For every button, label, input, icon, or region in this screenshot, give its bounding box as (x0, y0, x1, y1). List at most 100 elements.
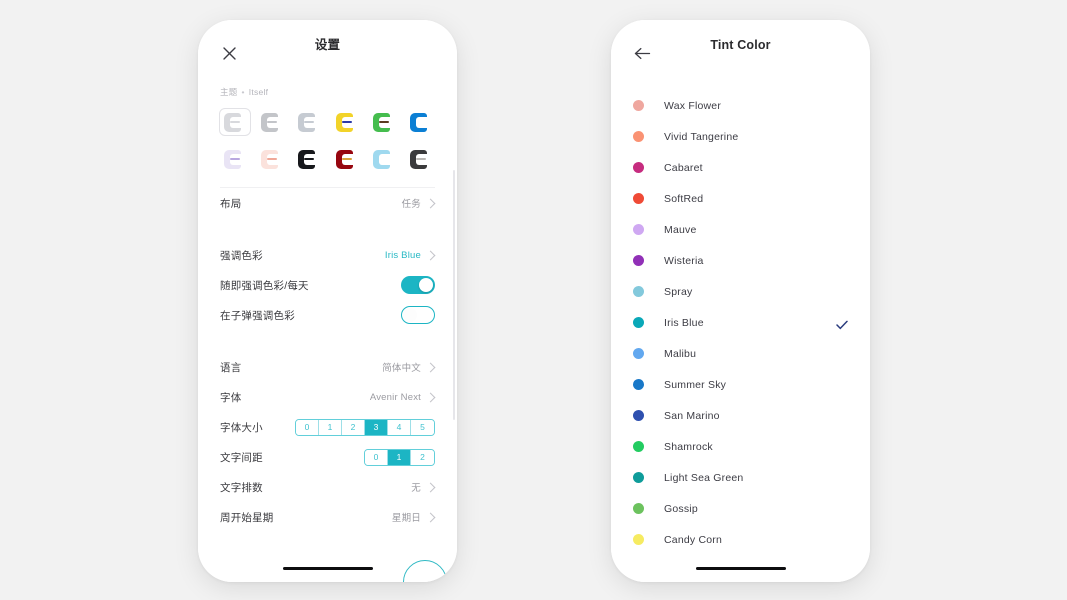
color-dot-icon (633, 100, 644, 111)
tint-row-summer-sky[interactable]: Summer Sky (611, 369, 870, 400)
toggle-knob (419, 278, 433, 292)
settings-row-random-accent[interactable]: 随即强调色彩/每天 (198, 270, 457, 300)
tint-row-candy-corn[interactable]: Candy Corn (611, 524, 870, 555)
color-dot-icon (633, 193, 644, 204)
theme-swatch-sky-pink[interactable] (367, 145, 399, 173)
color-dot-icon (633, 131, 644, 142)
tint-row-wisteria[interactable]: Wisteria (611, 245, 870, 276)
tint-row-iris-blue[interactable]: Iris Blue (611, 307, 870, 338)
theme-swatch-peach[interactable] (256, 145, 288, 173)
tint-row-san-marino[interactable]: San Marino (611, 400, 870, 431)
tint-color-list: Wax Flower Vivid Tangerine Cabaret SoftRed M… (611, 72, 870, 555)
tint-row-spray[interactable]: Spray (611, 276, 870, 307)
tint-row-vivid-tangerine[interactable]: Vivid Tangerine (611, 121, 870, 152)
tint-navbar: Tint Color (611, 20, 870, 72)
segment-option-3[interactable]: 3 (365, 419, 388, 435)
settings-row-week-start[interactable]: 周开始星期 星期日 (198, 502, 457, 532)
tint-color-label: Malibu (664, 347, 697, 360)
row-value: Iris Blue (384, 249, 421, 261)
row-label: 周开始星期 (220, 511, 274, 524)
home-indicator (695, 566, 786, 570)
color-dot-icon (633, 317, 644, 328)
row-label: 字体大小 (220, 421, 263, 434)
color-dot-icon (633, 503, 644, 514)
theme-swatch-lavender[interactable] (219, 145, 251, 173)
theme-swatch-grid (198, 98, 457, 173)
settings-row-font-size[interactable]: 字体大小 0 1 2 3 4 5 (198, 412, 457, 442)
theme-swatch-photo[interactable] (404, 145, 436, 173)
segment-option-4[interactable]: 4 (388, 419, 411, 435)
tint-row-light-sea-green[interactable]: Light Sea Green (611, 462, 870, 493)
theme-swatch-grey-soft[interactable] (256, 108, 288, 136)
chevron-right-icon (425, 512, 436, 522)
toggle-bullet-accent[interactable] (401, 306, 435, 324)
floating-action-button[interactable] (403, 560, 447, 582)
segment-option-1[interactable]: 1 (319, 419, 342, 435)
tint-row-gossip[interactable]: Gossip (611, 493, 870, 524)
tint-color-label: Vivid Tangerine (664, 130, 739, 143)
tint-color-label: SoftRed (664, 192, 704, 205)
segmented-control-font-size[interactable]: 012345 (295, 418, 435, 436)
settings-row-font[interactable]: 字体 Avenir Next (198, 382, 457, 412)
tint-color-label: Iris Blue (664, 316, 704, 329)
toggle-random-accent[interactable] (401, 276, 435, 294)
tint-row-cabaret[interactable]: Cabaret (611, 152, 870, 183)
scrollbar-indicator[interactable] (453, 170, 455, 420)
arrow-left-icon[interactable] (631, 42, 653, 64)
theme-label-secondary: Itself (248, 87, 269, 97)
tint-color-label: Spray (664, 285, 693, 298)
tint-color-label: Wax Flower (664, 99, 722, 112)
segment-option-0[interactable]: 0 (365, 449, 388, 465)
color-dot-icon (633, 162, 644, 173)
settings-row-layout[interactable]: 布局 任务 (198, 188, 457, 218)
color-dot-icon (633, 379, 644, 390)
settings-row-bullet-accent[interactable]: 在子弹强调色彩 (198, 300, 457, 330)
settings-row-letter-spacing[interactable]: 文字间距 0 1 2 (198, 442, 457, 472)
theme-swatch-grey-blue[interactable] (293, 108, 325, 136)
theme-swatch-dark-red[interactable] (330, 145, 362, 173)
phone-right-tint-color: Tint Color Wax Flower Vivid Tangerine Caba… (611, 20, 870, 582)
settings-row-language[interactable]: 语言 简体中文 (198, 352, 457, 382)
segment-option-2[interactable]: 2 (411, 449, 434, 465)
theme-icon-dark-red (335, 149, 357, 169)
color-dot-icon (633, 472, 644, 483)
row-label: 语言 (220, 361, 242, 374)
theme-icon-peach (261, 149, 283, 169)
tint-row-softred[interactable]: SoftRed (611, 183, 870, 214)
tint-row-shamrock[interactable]: Shamrock (611, 431, 870, 462)
row-label: 布局 (220, 197, 242, 210)
tint-row-malibu[interactable]: Malibu (611, 338, 870, 369)
theme-icon-grey-soft (261, 112, 283, 132)
settings-row-accent-color[interactable]: 强调色彩 Iris Blue (198, 240, 457, 270)
chevron-right-icon (425, 392, 436, 402)
settings-navbar: 设置 (198, 20, 457, 72)
theme-swatch-green[interactable] (367, 108, 399, 136)
color-dot-icon (633, 224, 644, 235)
close-icon[interactable] (218, 42, 240, 64)
chevron-right-icon (425, 362, 436, 372)
tint-color-screen: Tint Color Wax Flower Vivid Tangerine Caba… (611, 20, 870, 582)
theme-icon-blue (409, 112, 431, 132)
segment-option-1[interactable]: 1 (388, 449, 411, 465)
row-value: 星期日 (391, 513, 421, 524)
tint-color-label: San Marino (664, 409, 720, 422)
segment-option-5[interactable]: 5 (411, 419, 434, 435)
color-dot-icon (633, 410, 644, 421)
checkmark-icon (836, 317, 848, 329)
theme-swatch-black[interactable] (293, 145, 325, 173)
theme-swatch-blue[interactable] (404, 108, 436, 136)
tint-row-wax-flower[interactable]: Wax Flower (611, 90, 870, 121)
row-value: 任务 (401, 199, 421, 210)
settings-row-text-lines[interactable]: 文字排数 无 (198, 472, 457, 502)
segmented-control-letter-spacing[interactable]: 012 (364, 448, 435, 466)
row-label: 在子弹强调色彩 (220, 309, 295, 322)
segment-option-2[interactable]: 2 (342, 419, 365, 435)
row-label: 文字排数 (220, 481, 263, 494)
theme-swatch-yellow[interactable] (330, 108, 362, 136)
segment-option-0[interactable]: 0 (296, 419, 319, 435)
theme-swatch-itself-light[interactable] (218, 108, 251, 136)
tint-row-mauve[interactable]: Mauve (611, 214, 870, 245)
tint-color-label: Cabaret (664, 161, 703, 174)
